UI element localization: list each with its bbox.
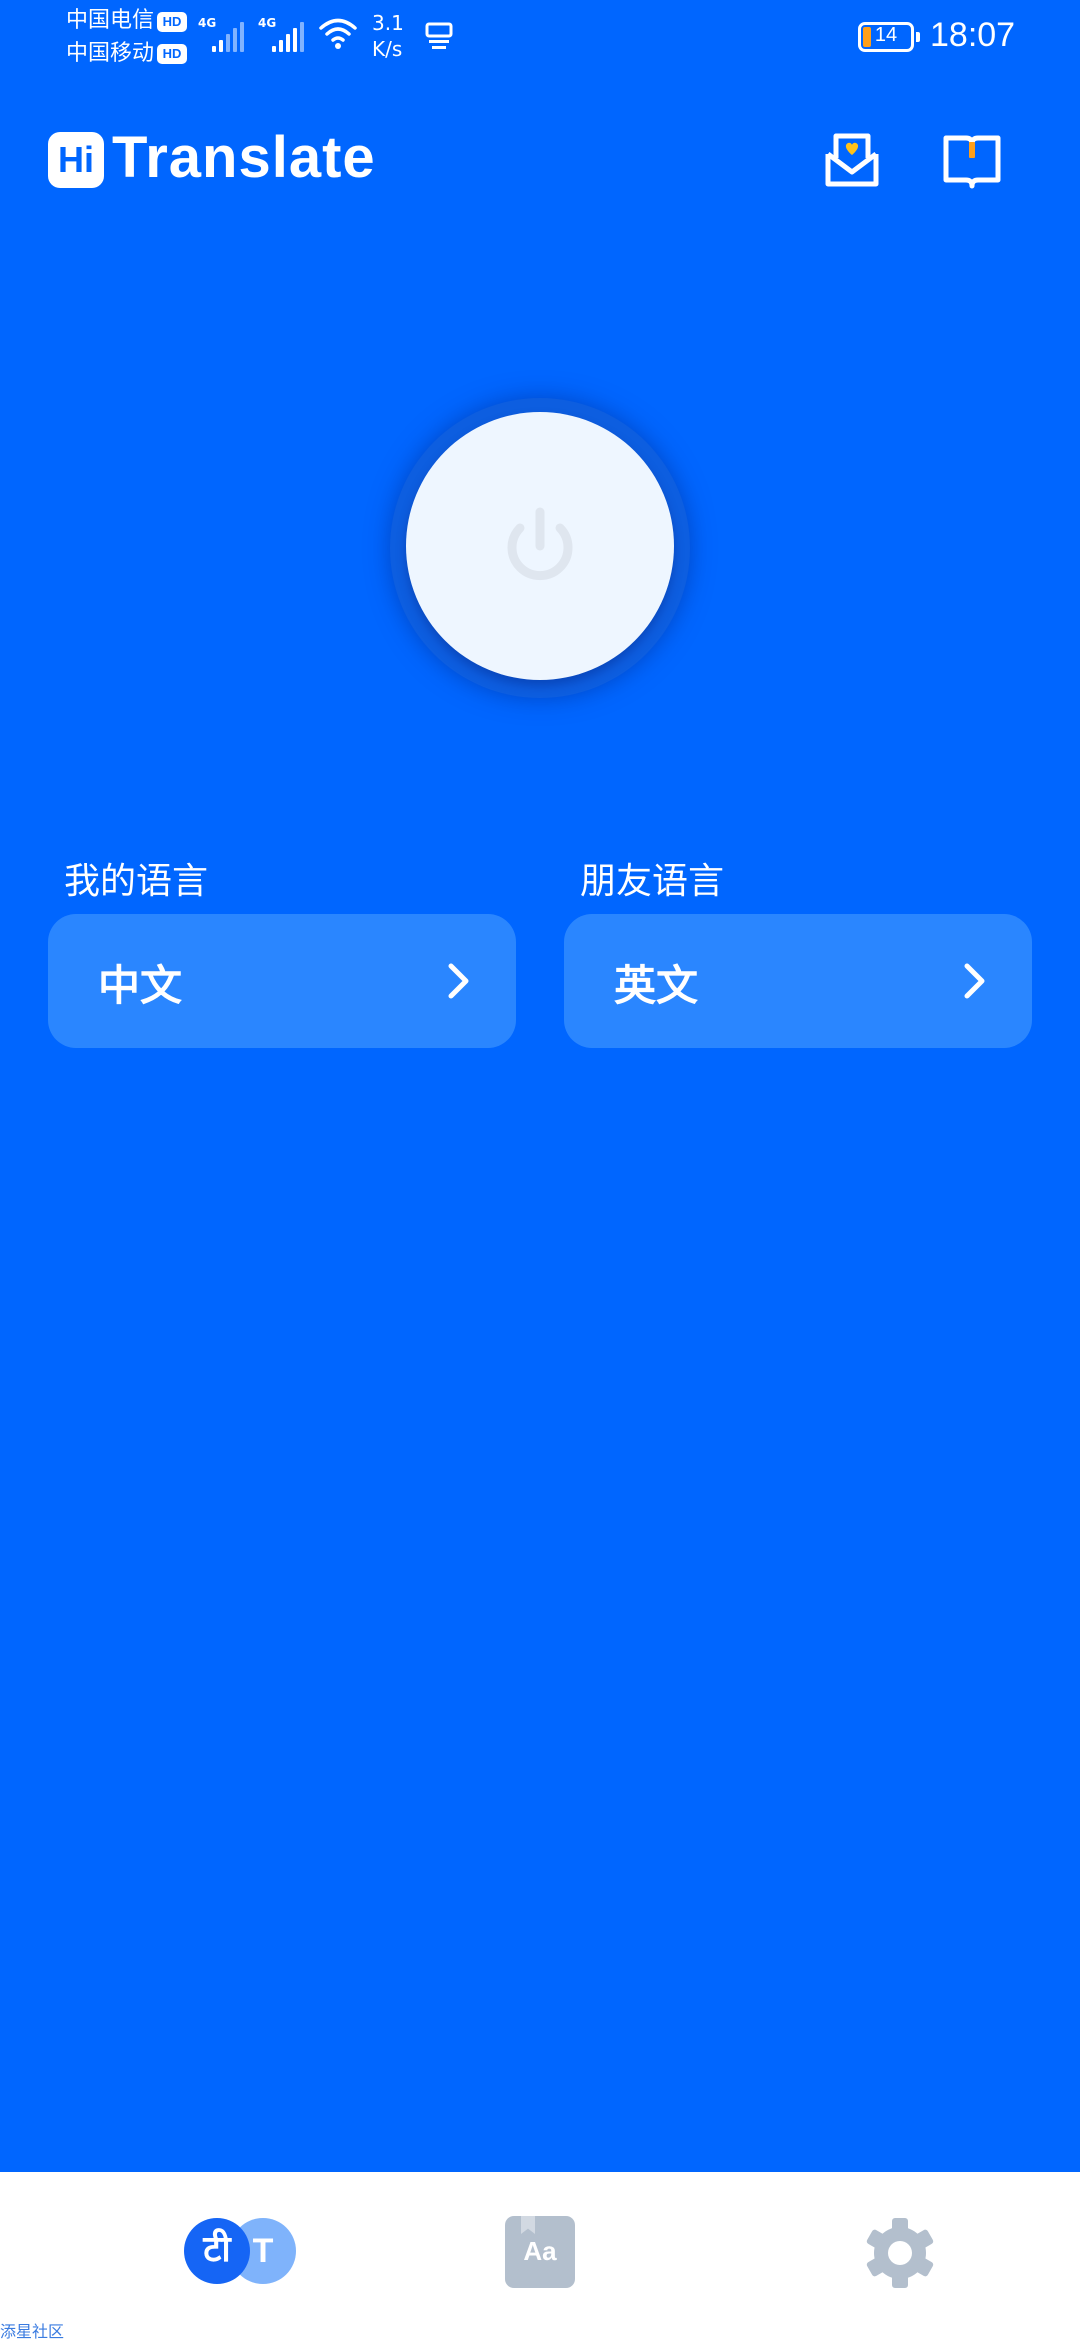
hd-badge-2: HD bbox=[157, 44, 187, 64]
mail-heart-icon bbox=[825, 133, 879, 187]
nav-tab-settings[interactable] bbox=[720, 2172, 1080, 2340]
battery-icon: 14 bbox=[858, 22, 920, 52]
app-logo: Hi bbox=[48, 132, 104, 188]
chevron-right-icon bbox=[448, 963, 469, 999]
network-speed-unit: K/s bbox=[372, 37, 403, 61]
battery-level: 14 bbox=[874, 24, 898, 46]
open-book-icon bbox=[943, 135, 1001, 189]
dictionary-glyph: Aa bbox=[523, 2236, 557, 2266]
network-speed-value: 3.1 bbox=[372, 11, 404, 35]
dictionary-icon: Aa bbox=[505, 2216, 575, 2288]
nav-tab-translate[interactable]: टी T bbox=[0, 2172, 360, 2340]
status-time: 18:07 bbox=[930, 16, 1016, 54]
gear-icon bbox=[866, 2218, 934, 2288]
app-title: Translate bbox=[112, 125, 376, 190]
hd-badge-1: HD bbox=[157, 12, 187, 32]
translate-icon: टी T bbox=[184, 2216, 296, 2288]
my-language-label: 我的语言 bbox=[64, 861, 209, 902]
friend-language-selector[interactable]: 英文 bbox=[564, 914, 1032, 1048]
watermark: 添星社区 bbox=[0, 2322, 65, 2340]
app-header: Hi Translate bbox=[0, 110, 1080, 210]
wifi-icon bbox=[319, 18, 357, 49]
chevron-right-icon bbox=[964, 963, 985, 999]
carrier-1-label: 中国电信 bbox=[66, 8, 155, 33]
phrasebook-button[interactable] bbox=[940, 128, 1004, 192]
bottom-nav: टी T Aa bbox=[0, 2172, 1080, 2340]
power-button[interactable] bbox=[406, 412, 674, 680]
translate-glyph-hindi: टी bbox=[184, 2218, 250, 2284]
my-language-value: 中文 bbox=[98, 961, 183, 1010]
nav-tab-dictionary[interactable]: Aa bbox=[360, 2172, 720, 2340]
power-button-ring bbox=[390, 398, 690, 698]
notification-icon bbox=[425, 22, 453, 49]
carrier-2-label: 中国移动 bbox=[66, 41, 155, 66]
friend-language-value: 英文 bbox=[614, 961, 699, 1010]
inbox-button[interactable] bbox=[820, 128, 884, 192]
status-bar: 中国电信 HD 中国移动 HD 4G 4G 3.1 K/s 14 18:07 bbox=[0, 0, 1080, 80]
my-language-selector[interactable]: 中文 bbox=[48, 914, 516, 1048]
friend-language-label: 朋友语言 bbox=[580, 861, 725, 902]
power-icon bbox=[507, 507, 573, 581]
